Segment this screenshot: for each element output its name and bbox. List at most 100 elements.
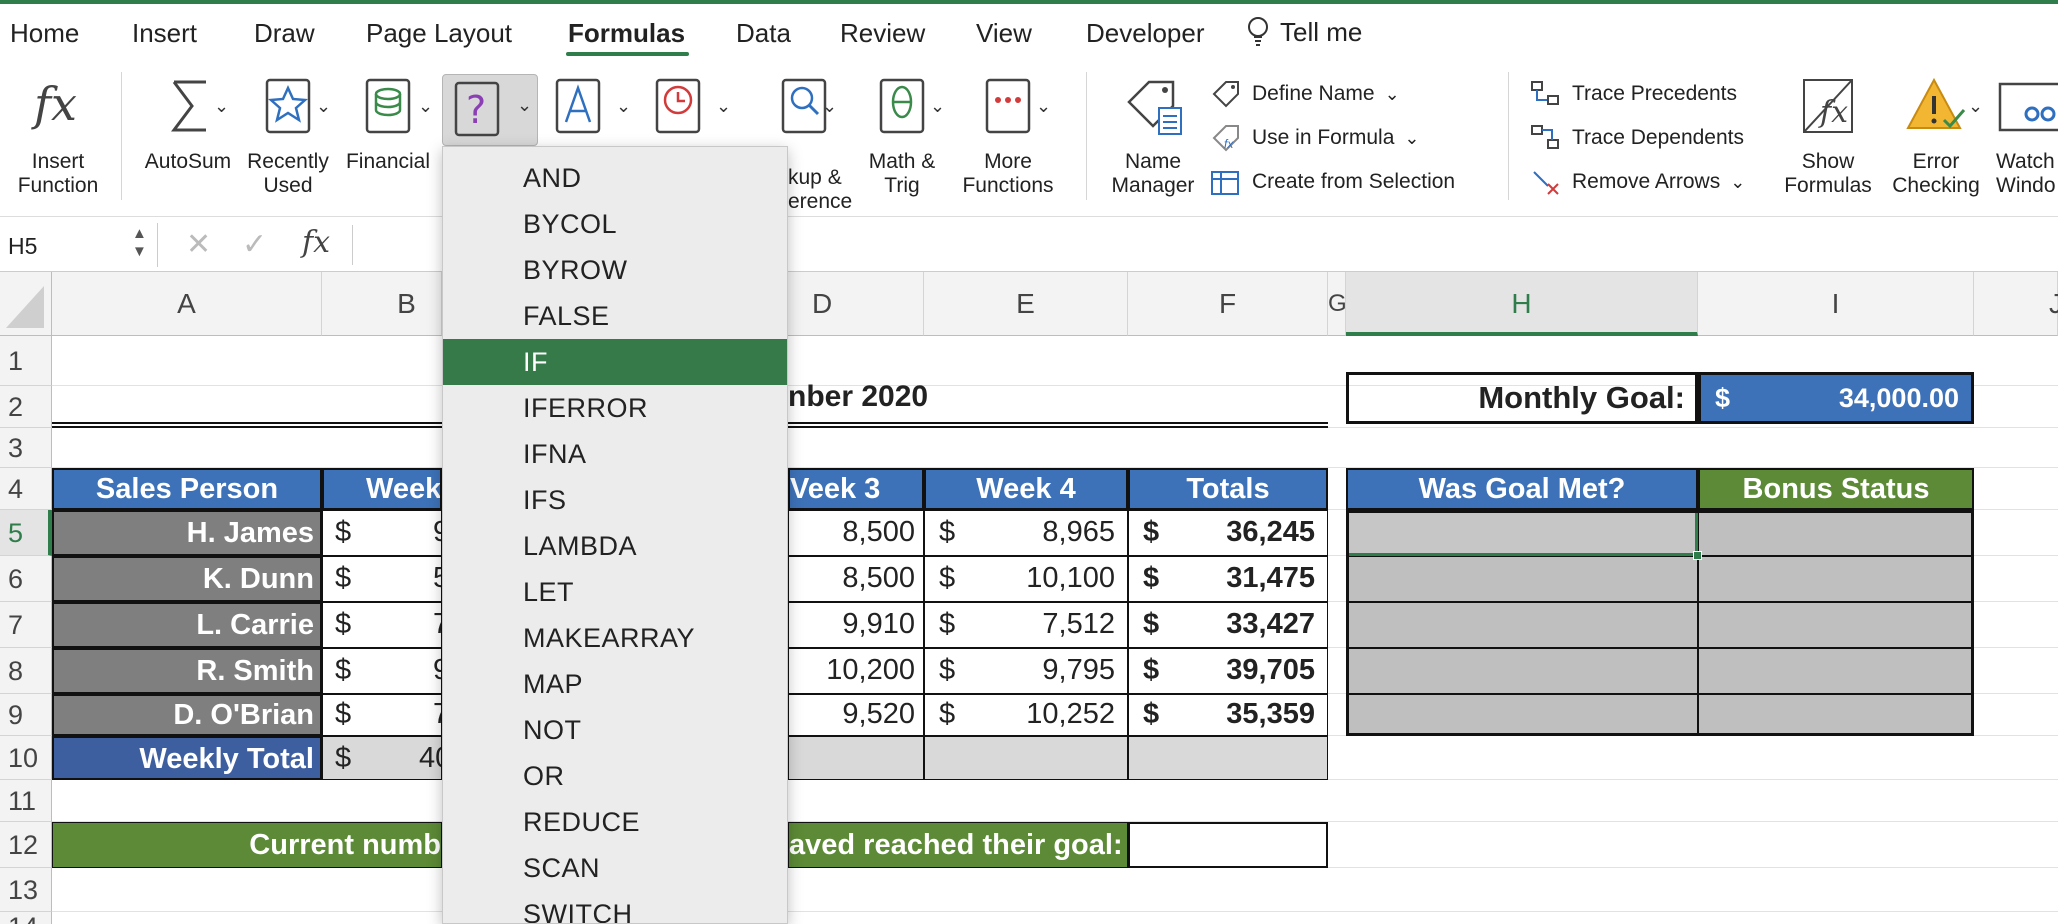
monthly-goal-label[interactable]: Monthly Goal: bbox=[1346, 372, 1698, 424]
column-header-b[interactable]: B bbox=[322, 272, 442, 336]
name-box-stepper-icon[interactable]: ▲ ▼ bbox=[132, 225, 147, 261]
fx-insert-icon[interactable]: fx bbox=[302, 225, 330, 260]
header-week-1[interactable]: Week bbox=[322, 468, 442, 510]
header-totals[interactable]: Totals bbox=[1128, 468, 1328, 510]
error-checking-button[interactable]: Error Checking bbox=[1884, 74, 1988, 198]
create-from-selection-button[interactable]: Create from Selection bbox=[1210, 168, 1455, 196]
goal-met-cell-selected[interactable] bbox=[1346, 510, 1698, 556]
text-functions-button[interactable] bbox=[550, 74, 606, 150]
tab-tell-me[interactable]: Tell me bbox=[1246, 16, 1362, 48]
define-name-button[interactable]: Define Name ⌄ bbox=[1210, 80, 1400, 108]
autosum-button[interactable]: AutoSum bbox=[138, 74, 238, 174]
total-cell[interactable]: $33,427 bbox=[1128, 602, 1328, 648]
sales-person-name[interactable]: K. Dunn bbox=[52, 556, 322, 602]
lookup-reference-button[interactable] bbox=[756, 74, 852, 150]
column-header-h[interactable]: H bbox=[1346, 272, 1698, 336]
function-item-lambda[interactable]: LAMBDA bbox=[443, 523, 787, 569]
function-item-not[interactable]: NOT bbox=[443, 707, 787, 753]
enter-checkmark-icon[interactable]: ✓ bbox=[242, 227, 267, 262]
week-4-cell[interactable]: $9,795 bbox=[924, 648, 1128, 694]
tab-formulas[interactable]: Formulas bbox=[568, 18, 685, 49]
header-bonus-status[interactable]: Bonus Status bbox=[1698, 468, 1974, 510]
more-functions-chevron-down-icon[interactable]: ⌄ bbox=[1036, 96, 1051, 117]
function-item-if[interactable]: IF bbox=[443, 339, 787, 385]
autosum-chevron-down-icon[interactable]: ⌄ bbox=[214, 96, 229, 117]
header-sales-person[interactable]: Sales Person bbox=[52, 468, 322, 510]
function-item-scan[interactable]: SCAN bbox=[443, 845, 787, 891]
tab-view[interactable]: View bbox=[976, 18, 1032, 49]
column-header-j[interactable]: J bbox=[1974, 272, 2058, 336]
goal-met-cell[interactable] bbox=[1346, 694, 1698, 736]
week-4-cell[interactable]: $10,252 bbox=[924, 694, 1128, 736]
trace-precedents-button[interactable]: Trace Precedents bbox=[1530, 80, 1737, 108]
row-header-13[interactable]: 13 bbox=[0, 868, 52, 912]
name-manager-button[interactable]: Name Manager bbox=[1104, 74, 1202, 198]
sales-person-name[interactable]: R. Smith bbox=[52, 648, 322, 694]
weekly-total-f-cell[interactable] bbox=[1128, 736, 1328, 780]
select-all-corner[interactable] bbox=[0, 272, 52, 336]
weekly-total-label[interactable]: Weekly Total bbox=[52, 736, 322, 780]
row-header-8[interactable]: 8 bbox=[0, 648, 52, 694]
week-4-cell[interactable]: $10,100 bbox=[924, 556, 1128, 602]
tab-review[interactable]: Review bbox=[840, 18, 925, 49]
function-item-ifna[interactable]: IFNA bbox=[443, 431, 787, 477]
tab-insert[interactable]: Insert bbox=[132, 18, 197, 49]
math-trig-chevron-down-icon[interactable]: ⌄ bbox=[930, 96, 945, 117]
function-item-map[interactable]: MAP bbox=[443, 661, 787, 707]
column-header-a[interactable]: A bbox=[52, 272, 322, 336]
function-item-iferror[interactable]: IFERROR bbox=[443, 385, 787, 431]
week-4-cell[interactable]: $7,512 bbox=[924, 602, 1128, 648]
financial-button[interactable]: Financial bbox=[338, 74, 438, 174]
goal-met-cell[interactable] bbox=[1346, 556, 1698, 602]
current-number-label-right[interactable]: aved reached their goal: bbox=[788, 822, 1128, 868]
text-chevron-down-icon[interactable]: ⌄ bbox=[616, 96, 631, 117]
bonus-status-cell[interactable] bbox=[1698, 694, 1974, 736]
week-3-cell[interactable]: 8,500 bbox=[788, 510, 924, 556]
function-item-let[interactable]: LET bbox=[443, 569, 787, 615]
row-header-1[interactable]: 1 bbox=[0, 336, 52, 386]
tab-page-layout[interactable]: Page Layout bbox=[366, 18, 512, 49]
row-header-7[interactable]: 7 bbox=[0, 602, 52, 648]
tab-data[interactable]: Data bbox=[736, 18, 791, 49]
column-header-g[interactable]: G bbox=[1328, 272, 1346, 336]
monthly-goal-value-cell[interactable]: $ 34,000.00 bbox=[1698, 372, 1974, 424]
sales-person-name[interactable]: L. Carrie bbox=[52, 602, 322, 648]
week-1-cell[interactable]: $7 bbox=[322, 694, 442, 736]
function-item-or[interactable]: OR bbox=[443, 753, 787, 799]
function-item-false[interactable]: FALSE bbox=[443, 293, 787, 339]
row-header-4[interactable]: 4 bbox=[0, 468, 52, 510]
recently-used-chevron-down-icon[interactable]: ⌄ bbox=[316, 96, 331, 117]
financial-chevron-down-icon[interactable]: ⌄ bbox=[418, 96, 433, 117]
bonus-status-cell[interactable] bbox=[1698, 556, 1974, 602]
row-header-5[interactable]: 5 bbox=[0, 510, 52, 556]
week-1-cell[interactable]: $5 bbox=[322, 556, 442, 602]
tab-developer[interactable]: Developer bbox=[1086, 18, 1205, 49]
column-header-f[interactable]: F bbox=[1128, 272, 1328, 336]
header-week-4[interactable]: Week 4 bbox=[924, 468, 1128, 510]
week-1-cell[interactable]: $7 bbox=[322, 602, 442, 648]
column-header-d[interactable]: D bbox=[788, 272, 924, 336]
week-3-cell[interactable]: 8,500 bbox=[788, 556, 924, 602]
total-cell[interactable]: $36,245 bbox=[1128, 510, 1328, 556]
date-time-button[interactable] bbox=[650, 74, 706, 150]
bonus-status-cell[interactable] bbox=[1698, 648, 1974, 694]
goal-met-cell[interactable] bbox=[1346, 648, 1698, 694]
tab-draw[interactable]: Draw bbox=[254, 18, 315, 49]
function-item-reduce[interactable]: REDUCE bbox=[443, 799, 787, 845]
row-header-3[interactable]: 3 bbox=[0, 428, 52, 468]
show-formulas-button[interactable]: fx Show Formulas bbox=[1778, 74, 1878, 198]
sales-person-name[interactable]: D. O'Brian bbox=[52, 694, 322, 736]
lookup-chevron-down-icon[interactable]: ⌄ bbox=[822, 96, 837, 117]
row-header-14[interactable]: 14 bbox=[0, 912, 52, 924]
row-header-10[interactable]: 10 bbox=[0, 736, 52, 780]
insert-function-button[interactable]: fx Insert Function bbox=[4, 74, 112, 198]
week-4-cell[interactable]: $8,965 bbox=[924, 510, 1128, 556]
remove-arrows-button[interactable]: Remove Arrows ⌄ bbox=[1530, 168, 1745, 196]
weekly-total-b-cell[interactable]: $ 40 bbox=[322, 736, 442, 780]
column-header-e[interactable]: E bbox=[924, 272, 1128, 336]
column-header-i[interactable]: I bbox=[1698, 272, 1974, 336]
recently-used-button[interactable]: Recently Used bbox=[238, 74, 338, 198]
function-item-makearray[interactable]: MAKEARRAY bbox=[443, 615, 787, 661]
week-3-cell[interactable]: 10,200 bbox=[788, 648, 924, 694]
week-1-cell[interactable]: $9 bbox=[322, 648, 442, 694]
